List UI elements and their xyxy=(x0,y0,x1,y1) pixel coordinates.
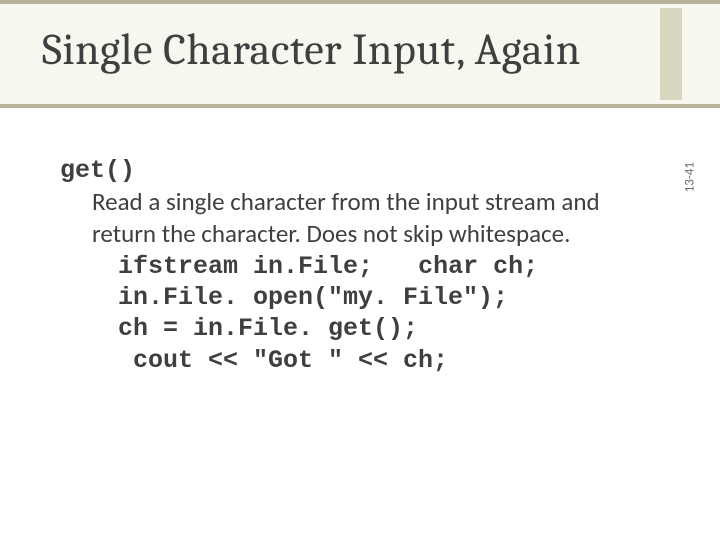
title-accent xyxy=(660,8,682,100)
slide-title: Single Character Input, Again xyxy=(42,24,581,75)
body-content: get() Read a single character from the i… xyxy=(60,155,630,376)
code-line-1: ifstream in.File; char ch; xyxy=(118,251,630,282)
function-name: get() xyxy=(60,155,630,186)
code-frag-1b: char ch; xyxy=(418,252,538,281)
description-line-2: return the character. Does not skip whit… xyxy=(92,218,630,249)
slide: Single Character Input, Again get() Read… xyxy=(0,0,720,540)
code-line-4: cout << "Got " << ch; xyxy=(118,345,630,376)
code-line-3: ch = in.File. get(); xyxy=(118,313,630,344)
code-line-2: in.File. open("my. File"); xyxy=(118,282,630,313)
title-band: Single Character Input, Again xyxy=(0,0,720,108)
description-line-1: Read a single character from the input s… xyxy=(92,186,630,217)
code-block: ifstream in.File; char ch; in.File. open… xyxy=(118,251,630,376)
code-frag-1a: ifstream in.File; xyxy=(118,252,418,281)
page-number: 13-41 xyxy=(682,162,697,192)
